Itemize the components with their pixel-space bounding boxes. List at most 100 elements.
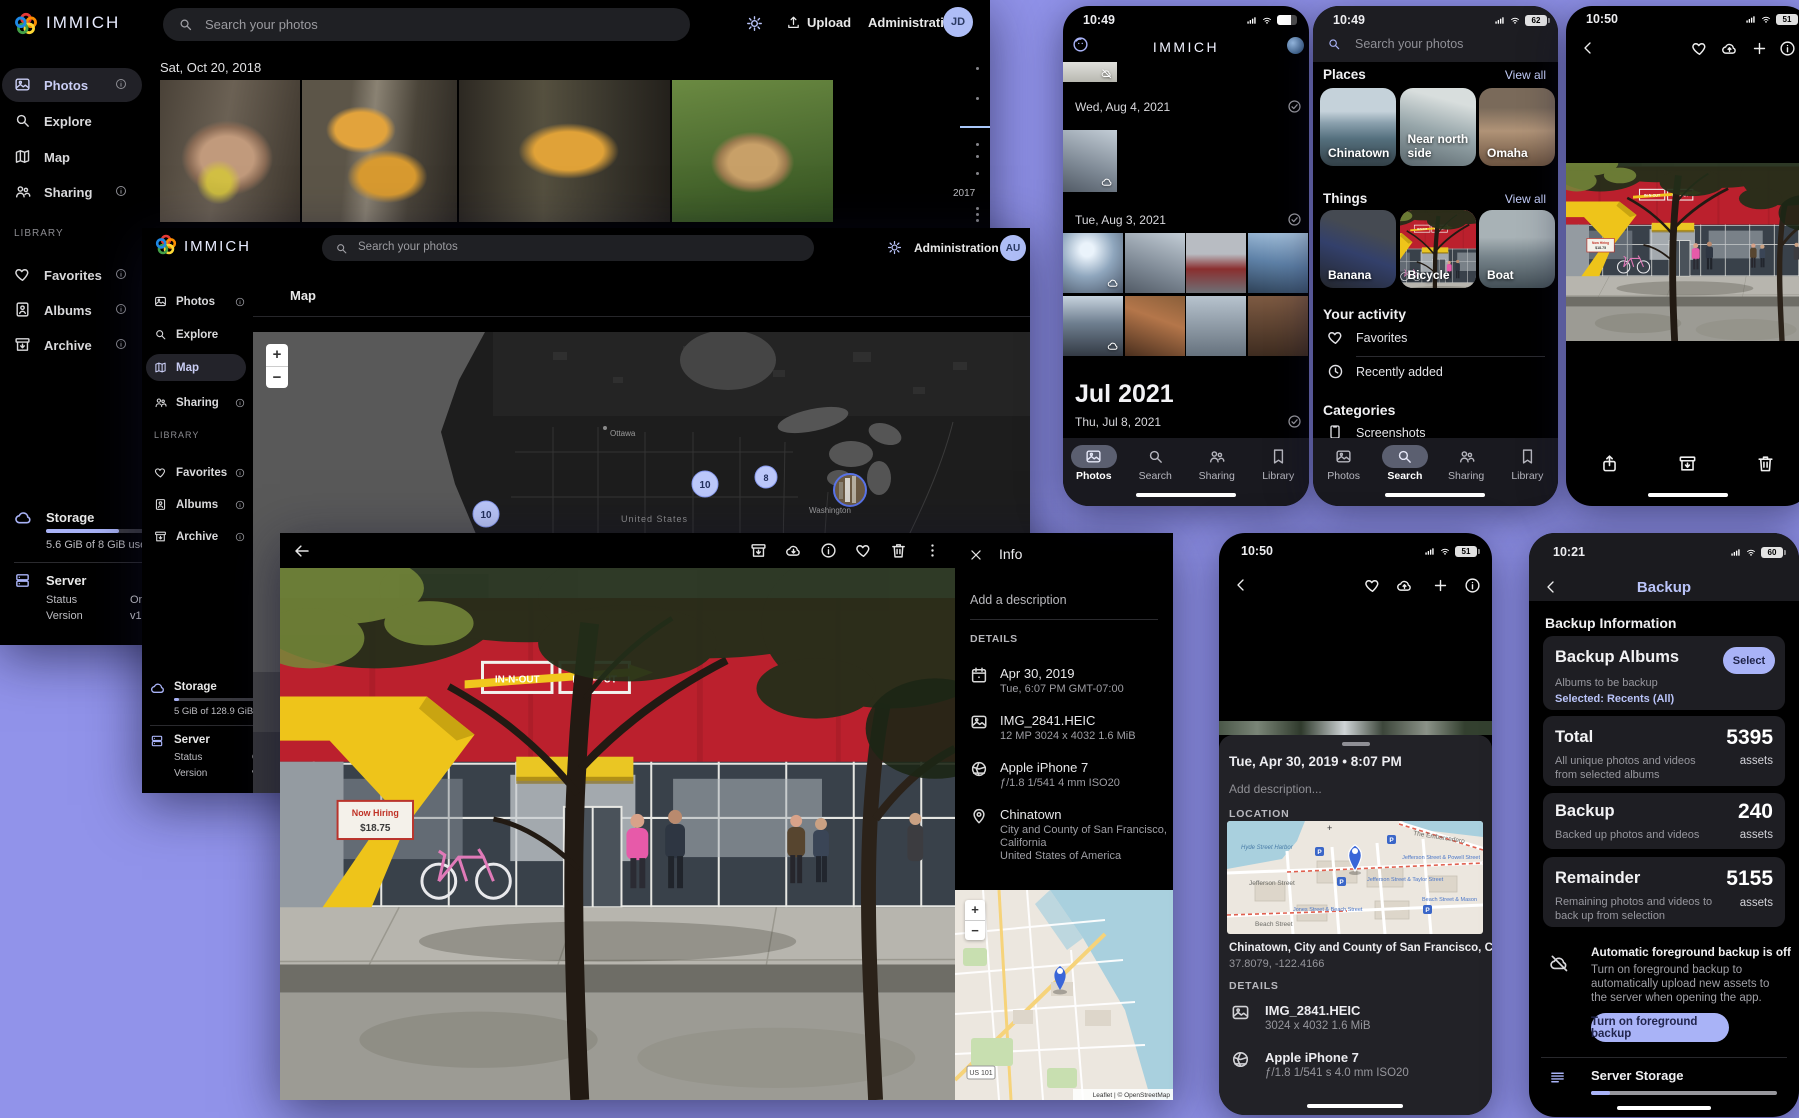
sidebar-item-explore[interactable]: Explore [14,112,140,130]
search-input[interactable]: Search your photos [163,8,690,41]
photo-tile[interactable] [1186,233,1246,293]
select-button[interactable]: Select [1723,647,1775,674]
add-icon[interactable] [1432,577,1449,594]
nav-library[interactable]: Library [1249,445,1307,482]
home-indicator[interactable] [1617,1106,1711,1110]
thing-thumb-bicycle[interactable]: Bicycle [1400,210,1476,288]
timeline-scrubber[interactable]: 2017 [950,55,990,255]
photo-edge-strip[interactable] [1219,721,1492,735]
back-chevron-icon[interactable] [1233,577,1249,593]
select-check-icon[interactable] [1287,212,1302,227]
place-thumb-chinatown[interactable]: Chinatown [1320,88,1396,166]
select-check-icon[interactable] [1287,99,1302,114]
places-view-all[interactable]: View all [1505,68,1546,82]
photo-tile[interactable] [1063,130,1117,192]
sidebar-item-sharing[interactable]: Sharing [14,183,140,201]
info-icon[interactable] [235,297,245,307]
map-attribution[interactable]: Leaflet | © OpenStreetMap [1093,1091,1171,1099]
sidebar-item-photos[interactable]: Photos [154,295,246,310]
photo-tile[interactable] [1125,233,1185,293]
place-thumb-near-north-side[interactable]: Near north side [1400,88,1476,166]
photo-tile[interactable] [1248,233,1308,293]
location-minimap[interactable]: US 101 Leaflet | © OpenStreetMap + − [955,890,1173,1100]
sidebar-item-sharing[interactable]: Sharing [154,396,246,411]
sidebar-item-explore[interactable]: Explore [154,328,246,343]
nav-sharing[interactable]: Sharing [1188,445,1246,482]
favorite-icon[interactable] [1691,40,1708,57]
map-zoom-control[interactable]: + − [266,344,288,388]
home-indicator[interactable] [1385,493,1485,497]
nav-search[interactable]: Search [1126,445,1184,482]
map-photo-marker[interactable] [834,474,866,506]
upload-cloud-icon[interactable] [1721,40,1738,57]
zoom-out-button[interactable]: − [266,367,288,389]
place-thumb-omaha[interactable]: Omaha [1479,88,1555,166]
favorite-icon[interactable] [1364,577,1381,594]
info-icon[interactable] [115,268,127,280]
info-icon[interactable] [115,303,127,315]
photo-tile[interactable] [459,80,670,222]
thing-thumb-boat[interactable]: Boat [1479,210,1555,288]
info-icon[interactable] [235,500,245,510]
download-icon[interactable] [785,542,802,559]
immich-logo-icon[interactable] [154,233,178,257]
delete-icon[interactable] [890,542,907,559]
home-indicator[interactable] [1136,493,1236,497]
info-icon[interactable] [1779,40,1796,57]
activity-recently-added[interactable]: Recently added [1356,365,1443,379]
photo-tile[interactable] [1125,296,1185,356]
sidebar-item-photos[interactable]: Photos [14,76,140,94]
zoom-out-button[interactable]: − [965,921,985,941]
archive-icon[interactable] [750,542,767,559]
nav-library[interactable]: Library [1498,445,1556,482]
photo-tile[interactable] [1063,233,1123,293]
sheet-drag-handle[interactable] [1342,742,1370,746]
photo-tile[interactable] [1186,296,1246,356]
info-icon[interactable] [820,542,837,559]
profile-avatar[interactable] [1287,37,1304,54]
zoom-in-button[interactable]: + [965,900,985,921]
home-indicator[interactable] [1307,1104,1403,1108]
nav-search[interactable]: Search [1376,445,1434,482]
nav-photos[interactable]: Photos [1315,445,1373,482]
sidebar-item-albums[interactable]: Albums [154,498,246,513]
things-view-all[interactable]: View all [1505,192,1546,206]
zoom-in-button[interactable]: + [266,344,288,367]
photo-view[interactable] [1566,163,1799,341]
theme-toggle-icon[interactable] [887,240,902,255]
add-icon[interactable] [1751,40,1768,57]
add-description-field[interactable]: Add a description [970,593,1067,607]
info-icon[interactable] [235,532,245,542]
search-placeholder[interactable]: Search your photos [1355,37,1463,51]
favorite-icon[interactable] [855,542,872,559]
info-icon[interactable] [235,398,245,408]
sidebar-item-map[interactable]: Map [14,148,140,166]
sidebar-item-favorites[interactable]: Favorites [14,266,140,284]
map-zoom-control[interactable]: + − [965,900,985,940]
location-map[interactable]: PPPP + Hyde Street Harbor The Embarcader… [1227,821,1483,934]
thing-thumb-banana[interactable]: Banana [1320,210,1396,288]
photo-tile[interactable] [302,80,457,222]
close-icon[interactable] [969,548,983,562]
timeline-cursor[interactable] [960,126,990,128]
immich-logo-icon[interactable] [13,11,39,37]
more-options-icon[interactable] [924,542,941,559]
info-icon[interactable] [115,78,127,90]
sidebar-item-albums[interactable]: Albums [14,301,140,319]
add-description-field[interactable]: Add description... [1229,782,1322,796]
photo-tile[interactable] [160,80,300,222]
delete-icon[interactable] [1756,454,1775,473]
photo-tile[interactable] [1063,296,1123,356]
info-icon[interactable] [115,185,127,197]
user-avatar[interactable]: JD [943,7,973,37]
photo-tile[interactable] [1248,296,1308,356]
sidebar-item-favorites[interactable]: Favorites [154,466,246,481]
activity-favorites[interactable]: Favorites [1356,331,1407,345]
search-input[interactable]: Search your photos [322,235,814,261]
upload-cloud-icon[interactable] [1396,577,1413,594]
theme-toggle-icon[interactable] [746,15,763,32]
sidebar-item-archive[interactable]: Archive [154,530,246,545]
share-icon[interactable] [1600,454,1619,473]
photo-tile[interactable] [672,80,833,222]
back-chevron-icon[interactable] [1580,40,1596,56]
